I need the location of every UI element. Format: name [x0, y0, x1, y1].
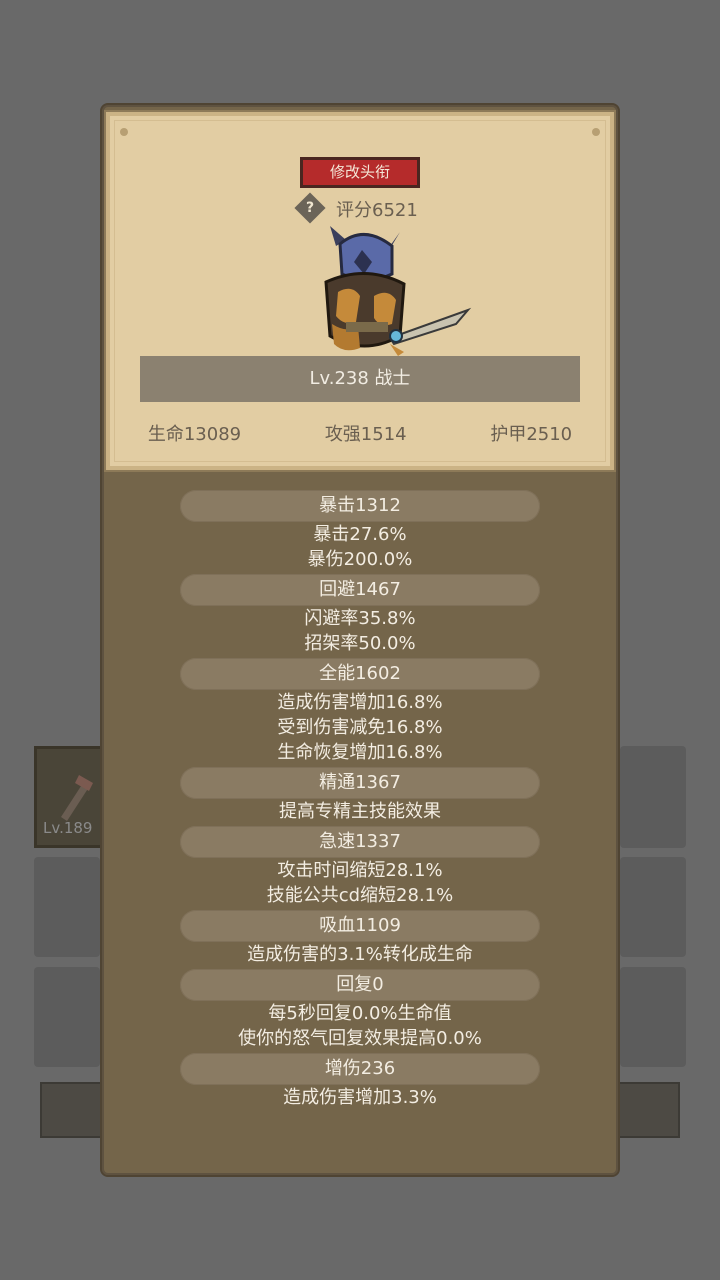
attribute-detail: 提高专精主技能效果: [279, 801, 441, 822]
attribute-header: 吸血1109: [180, 910, 540, 942]
background-slot: [34, 857, 100, 957]
attribute-detail: 闪避率35.8%: [304, 608, 416, 629]
attribute-header: 回避1467: [180, 574, 540, 606]
attribute-detail: 造成伤害增加16.8%: [277, 692, 443, 713]
warrior-character-sprite: [324, 226, 472, 356]
weapon-icon: [61, 775, 93, 821]
attribute-group-mastery: 精通1367 提高专精主技能效果: [100, 767, 620, 824]
nail-decoration: [592, 128, 600, 136]
attribute-group-dodge: 回避1467 闪避率35.8% 招架率50.0%: [100, 574, 620, 656]
background-slot: [620, 857, 686, 957]
attribute-header: 暴击1312: [180, 490, 540, 522]
attribute-detail: 每5秒回复0.0%生命值: [268, 1003, 452, 1024]
attribute-header: 精通1367: [180, 767, 540, 799]
attribute-header: 回复0: [180, 969, 540, 1001]
background-button: [40, 1082, 104, 1138]
change-title-button[interactable]: 修改头衔: [300, 157, 420, 188]
help-icon-glyph: ?: [305, 200, 315, 216]
hp-stat: 生命13089: [147, 424, 242, 445]
attribute-detail: 技能公共cd缩短28.1%: [266, 885, 454, 906]
attribute-list: 暴击1312 暴击27.6% 暴伤200.0% 回避1467 闪避率35.8% …: [100, 490, 620, 1112]
attack-stat: 攻强1514: [324, 424, 407, 445]
attribute-header: 全能1602: [180, 658, 540, 690]
attribute-group-versatility: 全能1602 造成伤害增加16.8% 受到伤害减免16.8% 生命恢复增加16.…: [100, 658, 620, 765]
attribute-detail: 受到伤害减免16.8%: [277, 717, 443, 738]
attribute-detail: 暴伤200.0%: [307, 549, 413, 570]
armor-stat: 护甲2510: [490, 424, 573, 445]
attribute-header: 急速1337: [180, 826, 540, 858]
attribute-group-haste: 急速1337 攻击时间缩短28.1% 技能公共cd缩短28.1%: [100, 826, 620, 908]
help-icon[interactable]: ?: [294, 192, 326, 224]
attribute-group-crit: 暴击1312 暴击27.6% 暴伤200.0%: [100, 490, 620, 572]
nail-decoration: [120, 128, 128, 136]
hero-core-stats: 生命13089 攻强1514 护甲2510: [106, 420, 614, 446]
attribute-group-lifesteal: 吸血1109 造成伤害的3.1%转化成生命: [100, 910, 620, 967]
score-text: 评分6521: [336, 200, 418, 221]
attribute-detail: 暴击27.6%: [313, 524, 407, 545]
attribute-detail: 生命恢复增加16.8%: [277, 742, 443, 763]
attribute-group-damage-boost: 增伤236 造成伤害增加3.3%: [100, 1053, 620, 1110]
hero-level-class: Lv.238 战士: [140, 356, 580, 402]
background-equipment-slot: Lv.189: [34, 746, 108, 848]
attribute-detail: 使你的怒气回复效果提高0.0%: [238, 1028, 482, 1049]
attribute-header: 增伤236: [180, 1053, 540, 1085]
background-slot: [620, 967, 686, 1067]
attribute-detail: 造成伤害增加3.3%: [283, 1087, 437, 1108]
attribute-detail: 造成伤害的3.1%转化成生命: [247, 944, 473, 965]
background-slot: [34, 967, 100, 1067]
background-item-level: Lv.189: [43, 819, 93, 837]
background-slot: [620, 746, 686, 848]
attribute-detail: 招架率50.0%: [304, 633, 416, 654]
background-button: [616, 1082, 680, 1138]
attribute-detail: 攻击时间缩短28.1%: [277, 860, 443, 881]
attribute-group-regen: 回复0 每5秒回复0.0%生命值 使你的怒气回复效果提高0.0%: [100, 969, 620, 1051]
